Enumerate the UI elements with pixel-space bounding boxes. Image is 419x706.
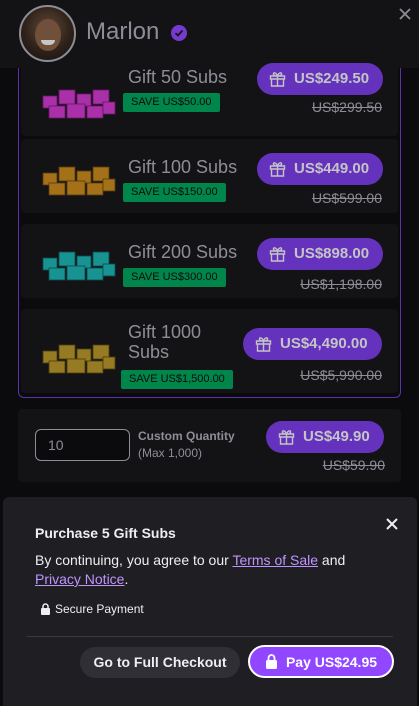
purchase-panel: Purchase 5 Gift Subs By continuing, you … — [3, 497, 417, 706]
panel-title: Purchase 5 Gift Subs — [35, 525, 176, 541]
terms-middle: and — [318, 552, 346, 568]
close-icon[interactable] — [385, 517, 399, 531]
terms-prefix: By continuing, you agree to our — [35, 552, 233, 568]
lock-icon — [41, 603, 50, 615]
pay-button[interactable]: Pay US$24.95 — [248, 645, 394, 678]
full-checkout-button[interactable]: Go to Full Checkout — [80, 647, 240, 678]
secure-payment-label: Secure Payment — [55, 602, 144, 616]
terms-text: By continuing, you agree to our Terms of… — [35, 551, 395, 589]
terms-of-sale-link[interactable]: Terms of Sale — [232, 552, 318, 568]
terms-suffix: . — [124, 571, 129, 587]
lock-icon — [265, 654, 277, 669]
secure-payment: Secure Payment — [40, 602, 144, 616]
divider — [27, 636, 393, 637]
privacy-notice-link[interactable]: Privacy Notice — [35, 571, 124, 587]
pay-button-label: Pay US$24.95 — [285, 653, 378, 670]
